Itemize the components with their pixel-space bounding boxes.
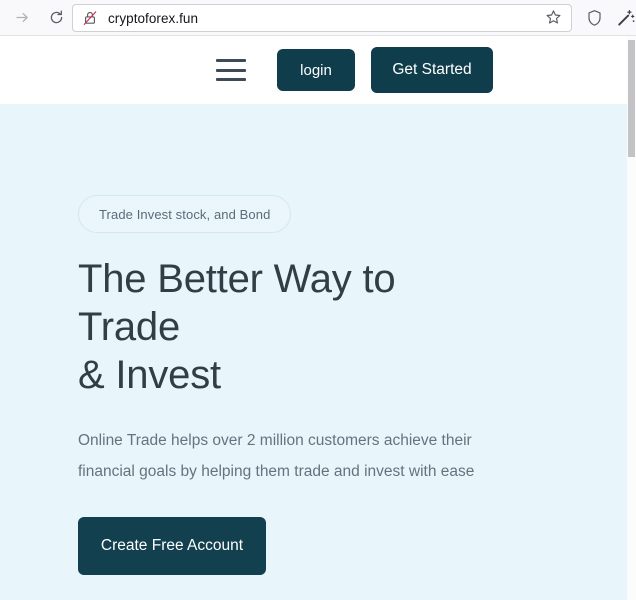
bookmark-button[interactable] — [541, 8, 565, 32]
shield-icon — [586, 9, 603, 27]
hamburger-bar — [216, 78, 246, 81]
toolbar-extensions — [576, 4, 636, 32]
url-text[interactable]: cryptoforex.fun — [108, 11, 198, 26]
star-icon — [545, 9, 562, 31]
hamburger-menu-icon[interactable] — [216, 59, 246, 81]
login-button[interactable]: login — [277, 49, 355, 91]
reader-tools-button[interactable] — [612, 4, 636, 32]
vertical-scrollbar[interactable] — [627, 36, 636, 600]
lock-insecure-icon[interactable] — [82, 10, 98, 26]
reload-icon — [48, 9, 65, 26]
wand-sparkle-icon — [617, 9, 635, 27]
hero-section: Trade Invest stock, and Bond The Better … — [0, 104, 628, 575]
scrollbar-thumb[interactable] — [628, 40, 635, 157]
hero-badge: Trade Invest stock, and Bond — [78, 195, 292, 233]
hamburger-bar — [216, 68, 246, 72]
browser-toolbar: cryptoforex.fun — [0, 0, 636, 36]
headline-line-1: The Better Way to Trade — [78, 257, 396, 349]
forward-button[interactable] — [8, 4, 36, 32]
site-header: login Get Started — [0, 36, 628, 104]
address-bar[interactable]: cryptoforex.fun — [72, 4, 572, 32]
reload-button[interactable] — [42, 4, 70, 32]
create-free-account-button[interactable]: Create Free Account — [78, 517, 266, 575]
page-title: The Better Way to Trade & Invest — [78, 255, 498, 399]
hamburger-bar — [216, 59, 246, 62]
tracking-protection-button[interactable] — [580, 4, 608, 32]
hero-description: Online Trade helps over 2 million custom… — [78, 432, 475, 480]
get-started-button[interactable]: Get Started — [371, 47, 493, 93]
headline-line-2: & Invest — [78, 353, 221, 397]
arrow-forward-icon — [14, 9, 31, 26]
page-content: login Get Started Trade Invest stock, an… — [0, 36, 628, 600]
